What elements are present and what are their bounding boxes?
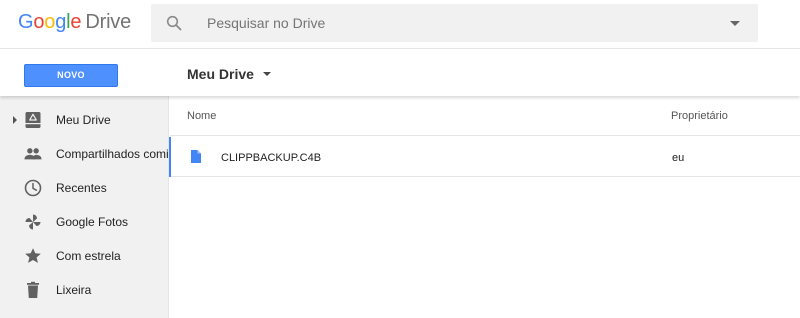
sidebar-item-shared-with-me[interactable]: Compartilhados comigo [0, 137, 169, 171]
sidebar-item-google-photos[interactable]: Google Fotos [0, 205, 168, 239]
new-button[interactable]: NOVO [24, 64, 118, 87]
column-header-name[interactable]: Nome [187, 110, 216, 122]
sidebar-item-starred[interactable]: Com estrela [0, 239, 168, 273]
logo-letter: o [44, 11, 56, 33]
logo-letter: G [18, 11, 34, 33]
sidebar-item-label: Lixeira [56, 283, 92, 297]
chevron-down-icon [262, 72, 271, 76]
search-icon[interactable] [166, 15, 182, 31]
file-list: Nome Proprietário CLIPPBACKUP.C4B eu [169, 96, 800, 318]
sidebar-item-recent[interactable]: Recentes [0, 171, 168, 205]
search-input[interactable] [207, 13, 707, 33]
file-name[interactable]: CLIPPBACKUP.C4B [221, 152, 321, 164]
breadcrumb-label: Meu Drive [187, 66, 254, 82]
sidebar-item-label: Meu Drive [56, 113, 111, 127]
selection-indicator [169, 137, 171, 177]
google-drive-logo[interactable]: Google Drive [18, 11, 131, 34]
breadcrumb[interactable]: Meu Drive [187, 66, 271, 82]
file-icon [191, 150, 201, 163]
file-owner: eu [672, 152, 685, 164]
sidebar-item-label: Recentes [56, 181, 107, 195]
top-header: Google Drive [0, 0, 800, 48]
logo-product-name: Drive [85, 11, 132, 33]
action-bar: NOVO Meu Drive [0, 48, 800, 96]
sidebar-item-label: Compartilhados comigo [56, 147, 169, 161]
search-bar[interactable] [151, 4, 758, 42]
sidebar-item-label: Com estrela [56, 249, 121, 263]
sidebar-item-trash[interactable]: Lixeira [0, 273, 168, 307]
logo-letter: o [33, 11, 45, 33]
clock-icon [24, 179, 42, 197]
trash-icon [27, 281, 39, 298]
people-icon [24, 148, 42, 160]
sidebar-item-label: Google Fotos [56, 215, 129, 229]
list-header: Nome Proprietário [170, 96, 800, 136]
search-options-dropdown-icon[interactable] [730, 21, 740, 26]
file-row[interactable]: CLIPPBACKUP.C4B eu [169, 137, 800, 177]
pinwheel-icon [25, 214, 41, 230]
star-icon [25, 248, 41, 263]
logo-letter: g [55, 11, 67, 33]
drive-icon [25, 112, 41, 128]
sidebar-item-my-drive[interactable]: Meu Drive [0, 103, 168, 137]
expand-arrow-icon[interactable] [13, 116, 17, 124]
logo-letter: e [70, 11, 82, 33]
column-header-owner[interactable]: Proprietário [671, 110, 728, 122]
sidebar: Meu Drive Compartilhados comigo Recentes… [0, 96, 169, 318]
